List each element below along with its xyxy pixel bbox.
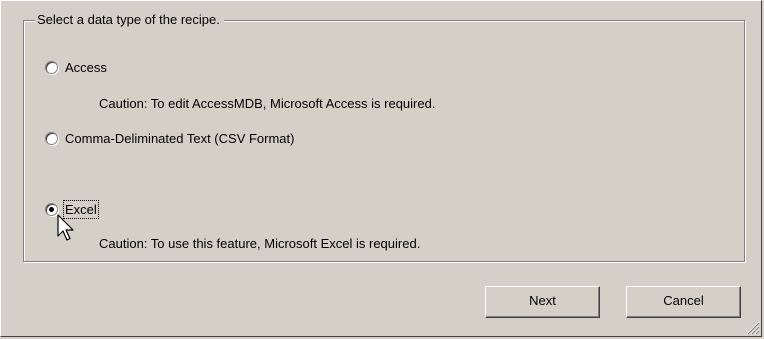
caution-excel: Caution: To use this feature, Microsoft …: [99, 236, 421, 251]
radio-option-access[interactable]: Access: [45, 58, 107, 76]
radio-button-csv[interactable]: [45, 131, 58, 145]
cancel-button[interactable]: Cancel: [626, 286, 741, 318]
groupbox-legend: Select a data type of the recipe.: [35, 13, 224, 27]
resize-grip-icon[interactable]: [746, 321, 760, 335]
radio-button-access[interactable]: [45, 60, 58, 74]
arrow-pointer-icon: [57, 214, 74, 241]
radio-label-csv[interactable]: Comma-Deliminated Text (CSV Format): [65, 131, 294, 146]
radio-option-csv[interactable]: Comma-Deliminated Text (CSV Format): [45, 129, 294, 147]
next-button[interactable]: Next: [485, 286, 600, 318]
radio-label-access[interactable]: Access: [65, 60, 107, 75]
caution-access: Caution: To edit AccessMDB, Microsoft Ac…: [99, 96, 436, 111]
